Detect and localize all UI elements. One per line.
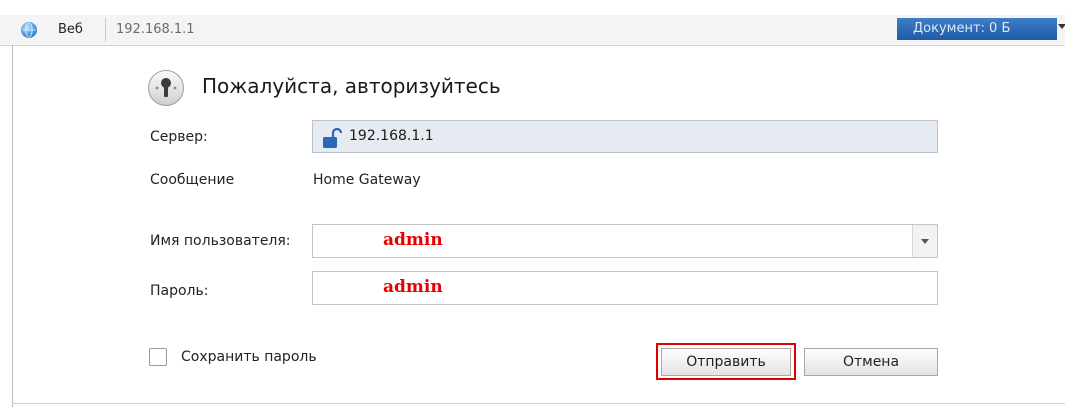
address-bar: Веб 192.168.1.1 Документ: 0 Б — [0, 15, 1065, 46]
password-field[interactable]: admin — [312, 271, 938, 305]
unlocked-padlock-icon — [321, 127, 343, 149]
password-value: admin — [383, 277, 443, 297]
username-field[interactable]: admin — [312, 224, 938, 258]
chevron-down-icon[interactable] — [912, 225, 937, 257]
separator — [105, 18, 106, 42]
username-label: Имя пользователя: — [150, 233, 291, 249]
username-value: admin — [383, 230, 443, 250]
cancel-button[interactable]: Отмена — [804, 348, 938, 376]
globe-icon — [21, 22, 37, 38]
message-label: Сообщение — [150, 172, 235, 188]
submit-button[interactable]: Отправить — [661, 348, 791, 376]
web-tab-label[interactable]: Веб — [58, 22, 83, 37]
server-field: 192.168.1.1 — [312, 120, 938, 153]
divider — [12, 403, 1065, 404]
save-password-checkbox[interactable] — [149, 348, 167, 366]
dialog-title: Пожалуйста, авторизуйтесь — [202, 74, 501, 98]
server-label: Сервер: — [150, 129, 208, 145]
password-label: Пароль: — [150, 283, 209, 299]
document-info: Документ: 0 Б — [897, 18, 1057, 40]
window-border — [12, 45, 13, 407]
message-value: Home Gateway — [313, 172, 421, 188]
server-value: 192.168.1.1 — [349, 128, 434, 144]
url-field[interactable]: 192.168.1.1 — [116, 15, 896, 45]
chevron-down-icon[interactable] — [1058, 24, 1065, 29]
save-password-label[interactable]: Сохранить пароль — [181, 349, 317, 365]
key-icon — [148, 70, 184, 106]
